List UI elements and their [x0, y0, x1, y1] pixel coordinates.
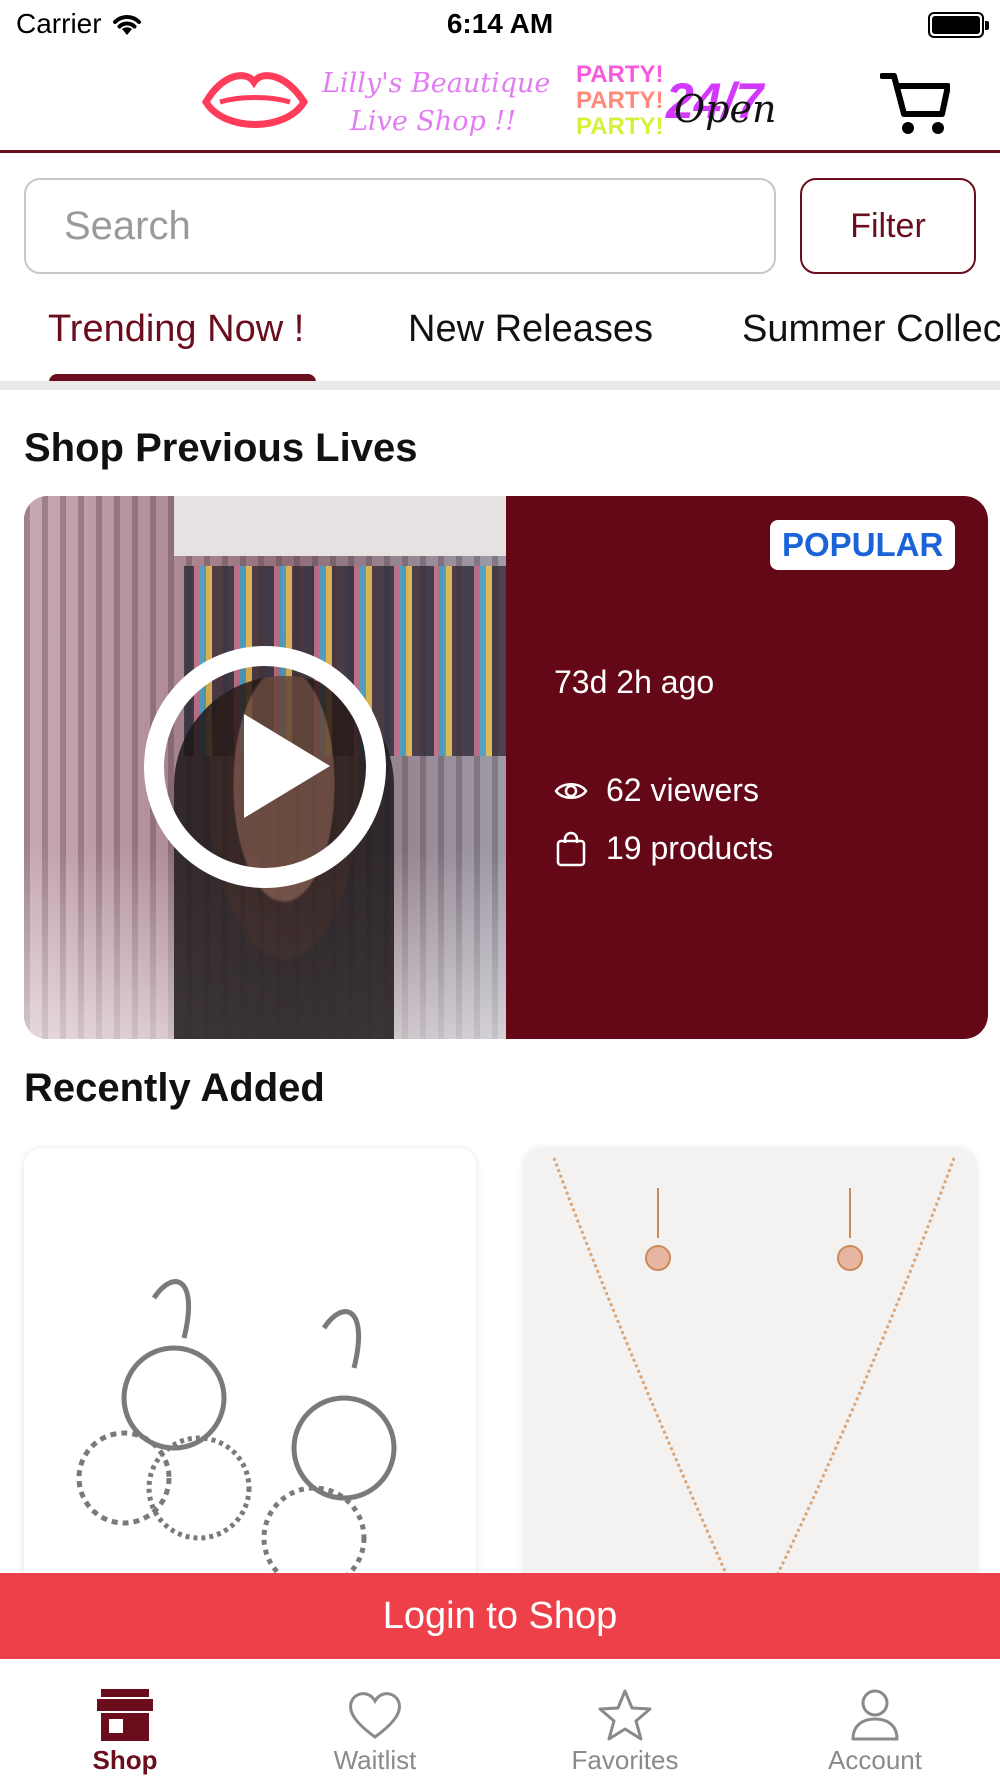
star-icon [598, 1689, 652, 1741]
nav-label-account: Account [828, 1745, 922, 1775]
status-bar: Carrier 6:14 AM [0, 0, 1000, 50]
svg-text:Open: Open [674, 87, 776, 131]
shopping-bag-icon [556, 831, 586, 866]
person-icon [851, 1689, 899, 1741]
nav-item-account[interactable]: Account [750, 1659, 1000, 1778]
live-viewers: 62 viewers [554, 772, 759, 809]
svg-text:PARTY!: PARTY! [576, 87, 664, 114]
filter-button[interactable]: Filter [800, 178, 976, 274]
heart-icon [349, 1692, 401, 1739]
cart-icon [879, 73, 951, 134]
section-title-previous-lives: Shop Previous Lives [24, 426, 418, 470]
status-time: 6:14 AM [446, 8, 554, 39]
category-tabs: Trending Now ! New Releases Summer Colle… [0, 290, 1000, 390]
nav-item-favorites[interactable]: Favorites [500, 1659, 750, 1778]
login-to-shop-button[interactable]: Login to Shop [0, 1573, 1000, 1659]
products-count: 19 products [606, 830, 774, 866]
live-time-ago: 73d 2h ago [554, 664, 715, 700]
search-input[interactable] [24, 178, 776, 274]
bottom-tab-bar: Shop Waitlist Favorites Account [0, 1659, 1000, 1778]
svg-text:PARTY!: PARTY! [576, 61, 664, 88]
nav-item-shop[interactable]: Shop [0, 1659, 250, 1778]
nav-item-waitlist[interactable]: Waitlist [250, 1659, 500, 1778]
live-thumbnail[interactable] [24, 496, 506, 1039]
play-icon[interactable] [144, 646, 386, 888]
tab-indicator [49, 374, 316, 381]
cart-button[interactable] [879, 70, 951, 136]
live-products: 19 products [554, 830, 773, 867]
lips-icon [201, 72, 309, 128]
eye-icon [554, 782, 588, 799]
nav-label-waitlist: Waitlist [333, 1745, 417, 1775]
nav-label-favorites: Favorites [571, 1745, 679, 1775]
tab-summer-collection[interactable]: Summer Collec [742, 308, 1000, 351]
previous-live-card[interactable]: POPULAR 73d 2h ago 62 viewers 19 product… [24, 496, 988, 1039]
brand-logo: Lilly's Beautique Live Shop !! PARTY! PA… [201, 61, 776, 140]
viewers-count: 62 viewers [606, 772, 759, 808]
section-title-recently-added: Recently Added [24, 1066, 325, 1110]
popular-badge: POPULAR [770, 520, 956, 570]
nav-label-shop: Shop [92, 1745, 158, 1775]
store-icon [97, 1689, 153, 1741]
svg-text:PARTY!: PARTY! [576, 113, 664, 140]
tab-new-releases[interactable]: New Releases [408, 308, 653, 351]
svg-text:Live Shop !!: Live Shop !! [349, 106, 516, 137]
svg-text:Lilly's Beautique: Lilly's Beautique [321, 68, 550, 99]
tab-trending-now[interactable]: Trending Now ! [48, 308, 304, 351]
app-header: Lilly's Beautique Live Shop !! PARTY! PA… [0, 50, 1000, 153]
battery-icon [928, 12, 989, 38]
